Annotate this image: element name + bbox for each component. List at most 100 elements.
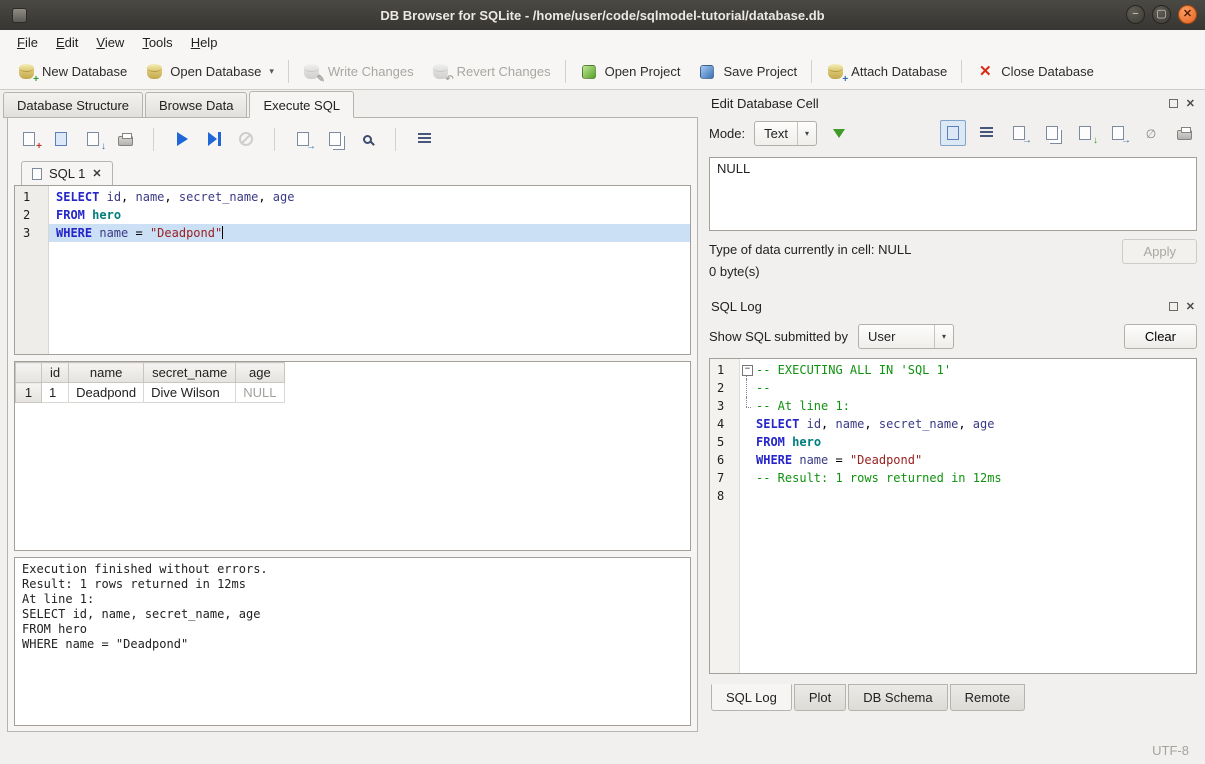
mode-select[interactable]: Text ▾ xyxy=(754,121,817,146)
sql-editor[interactable]: 123 SELECT id, name, secret_name, ageFRO… xyxy=(14,185,691,355)
code-line: WHERE name = "Deadpond" xyxy=(740,451,1196,469)
corner-header[interactable] xyxy=(16,363,42,383)
code-line: -- xyxy=(740,379,1196,397)
table-cell[interactable]: NULL xyxy=(236,383,284,403)
apply-button[interactable]: Apply xyxy=(1122,239,1197,264)
dock-tab-plot[interactable]: Plot xyxy=(794,684,846,711)
fold-minus-icon[interactable] xyxy=(740,361,756,379)
code-line: -- Result: 1 rows returned in 12ms xyxy=(740,469,1196,487)
sql-tab-label: SQL 1 xyxy=(49,166,85,181)
maximize-button[interactable]: ▢ xyxy=(1152,5,1171,24)
open-external-icon[interactable]: → xyxy=(1006,120,1032,146)
copy-icon[interactable] xyxy=(326,130,344,148)
text-mode-icon[interactable] xyxy=(940,120,966,146)
sql-log-view[interactable]: 12345678 -- EXECUTING ALL IN 'SQL 1'----… xyxy=(709,358,1197,674)
log-filter-row: Show SQL submitted by User ▾ Clear xyxy=(709,324,1197,349)
clear-log-button[interactable]: Clear xyxy=(1124,324,1197,349)
cell-size-text: 0 byte(s) xyxy=(709,261,1122,283)
close-database-button[interactable]: ✕Close Database xyxy=(967,58,1103,86)
column-header-age[interactable]: age xyxy=(236,363,284,383)
sql-log-header: SQL Log ✕ xyxy=(709,295,1197,317)
dock-tab-remote[interactable]: Remote xyxy=(950,684,1026,711)
open-database-button[interactable]: Open Database▾ xyxy=(136,58,283,86)
row-header[interactable]: 1 xyxy=(16,383,42,403)
chevron-down-icon: ▾ xyxy=(934,325,953,348)
main-area: Database StructureBrowse DataExecute SQL… xyxy=(0,90,1205,737)
attach-database-button[interactable]: +Attach Database xyxy=(817,58,956,86)
revert-changes-button[interactable]: ↶Revert Changes xyxy=(423,58,560,86)
log-filter-label: Show SQL submitted by xyxy=(709,329,848,344)
cell-editor[interactable]: NULL xyxy=(709,157,1197,231)
fold-end-icon xyxy=(740,397,756,415)
sql-log-title: SQL Log xyxy=(711,299,762,314)
execute-all-icon[interactable] xyxy=(173,130,191,148)
cell-info-row: Type of data currently in cell: NULL 0 b… xyxy=(709,239,1197,283)
column-header-name[interactable]: name xyxy=(69,363,144,383)
column-header-id[interactable]: id xyxy=(42,363,69,383)
mode-row: Mode: Text ▾ →↓→ xyxy=(709,117,1197,149)
titlebar: DB Browser for SQLite - /home/user/code/… xyxy=(0,0,1205,30)
table-row: 11DeadpondDive WilsonNULL xyxy=(16,383,285,403)
copy-icon[interactable] xyxy=(1039,120,1065,146)
set-null-icon[interactable] xyxy=(1138,120,1164,146)
code-line: -- EXECUTING ALL IN 'SQL 1' xyxy=(740,361,1196,379)
sql-editor-toolbar: + ↓ → xyxy=(14,123,691,155)
menu-view[interactable]: View xyxy=(87,32,133,53)
close-window-button[interactable]: ✕ xyxy=(1178,5,1197,24)
minimize-button[interactable]: − xyxy=(1126,5,1145,24)
log-filter-select[interactable]: User ▾ xyxy=(858,324,954,349)
results-grid[interactable]: idnamesecret_nameage11DeadpondDive Wilso… xyxy=(14,361,691,551)
menubar: FileEditViewToolsHelp xyxy=(0,30,1205,54)
print-icon[interactable] xyxy=(1171,120,1197,146)
export-data-icon[interactable]: → xyxy=(1105,120,1131,146)
revert-changes-label: Revert Changes xyxy=(457,64,551,79)
editor-line-numbers: 123 xyxy=(15,186,49,354)
write-changes-button[interactable]: ✎Write Changes xyxy=(294,58,423,86)
fold-column xyxy=(740,451,756,469)
menu-file[interactable]: File xyxy=(8,32,47,53)
tab-browse-data[interactable]: Browse Data xyxy=(145,92,247,118)
code-line: FROM hero xyxy=(740,433,1196,451)
db-new-icon: + xyxy=(17,63,35,81)
dock-tab-sql-log[interactable]: SQL Log xyxy=(711,684,792,711)
project-save-icon xyxy=(698,63,716,81)
open-database-label: Open Database xyxy=(170,64,261,79)
open-sql-file-icon[interactable] xyxy=(52,130,70,148)
open-project-button[interactable]: Open Project xyxy=(571,58,690,86)
close-tab-icon[interactable]: ✕ xyxy=(92,167,101,180)
tab-database-structure[interactable]: Database Structure xyxy=(3,92,143,118)
tab-execute-sql[interactable]: Execute SQL xyxy=(249,91,354,118)
table-cell[interactable]: Dive Wilson xyxy=(144,383,236,403)
find-replace-icon[interactable] xyxy=(358,130,376,148)
menu-help[interactable]: Help xyxy=(182,32,227,53)
code-line: WHERE name = "Deadpond" xyxy=(49,224,690,242)
import-text-button[interactable] xyxy=(826,120,852,146)
word-wrap-icon[interactable] xyxy=(973,120,999,146)
new-database-button[interactable]: +New Database xyxy=(8,58,136,86)
close-panel-icon[interactable]: ✕ xyxy=(1186,97,1195,110)
menu-tools[interactable]: Tools xyxy=(133,32,181,53)
float-panel-icon[interactable] xyxy=(1169,99,1178,108)
word-wrap-icon[interactable] xyxy=(415,130,433,148)
table-cell[interactable]: Deadpond xyxy=(69,383,144,403)
fold-column xyxy=(740,415,756,433)
save-project-button[interactable]: Save Project xyxy=(689,58,806,86)
close-panel-icon[interactable]: ✕ xyxy=(1186,300,1195,313)
export-icon[interactable]: → xyxy=(294,130,312,148)
new-tab-icon[interactable]: + xyxy=(20,130,38,148)
stop-icon[interactable] xyxy=(237,130,255,148)
execution-message: Execution finished without errors. Resul… xyxy=(14,557,691,726)
dock-tab-db-schema[interactable]: DB Schema xyxy=(848,684,947,711)
float-panel-icon[interactable] xyxy=(1169,302,1178,311)
print-icon[interactable] xyxy=(116,130,134,148)
column-header-secret-name[interactable]: secret_name xyxy=(144,363,236,383)
execute-current-line-icon[interactable] xyxy=(205,130,223,148)
menu-edit[interactable]: Edit xyxy=(47,32,87,53)
mode-value: Text xyxy=(764,126,788,141)
sql-editor-tab[interactable]: SQL 1 ✕ xyxy=(21,161,113,185)
table-cell[interactable]: 1 xyxy=(42,383,69,403)
statusbar: UTF-8 xyxy=(0,737,1205,764)
import-data-icon[interactable]: ↓ xyxy=(1072,120,1098,146)
editor-code[interactable]: SELECT id, name, secret_name, ageFROM he… xyxy=(49,186,690,354)
save-sql-file-icon[interactable]: ↓ xyxy=(84,130,102,148)
